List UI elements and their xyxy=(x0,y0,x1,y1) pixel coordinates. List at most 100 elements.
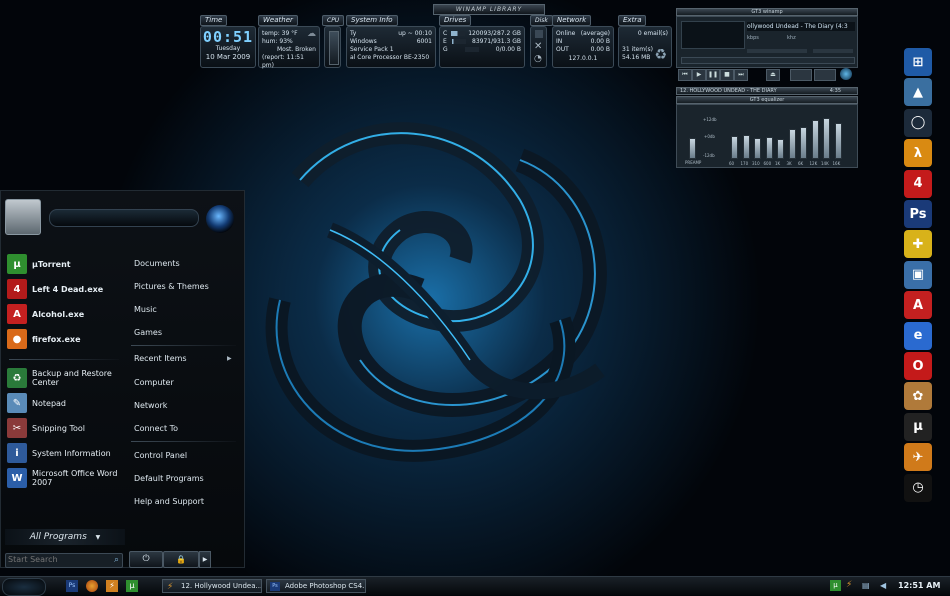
next-button[interactable]: ⏭ xyxy=(734,69,748,81)
alcohol-icon[interactable]: A xyxy=(904,291,932,320)
lock-button[interactable]: 🔒 xyxy=(163,551,199,568)
power-button[interactable]: ⏻ xyxy=(129,551,163,568)
clock-icon[interactable]: ◷ xyxy=(904,473,932,502)
puzzle-icon[interactable]: ✚ xyxy=(904,230,932,259)
eq-band-slider[interactable] xyxy=(742,134,750,159)
quicklaunch-firefox-icon[interactable] xyxy=(86,580,98,592)
recycle-icon[interactable]: ◔ xyxy=(534,54,542,64)
tab-system-info[interactable]: System Info xyxy=(346,15,398,26)
start-link[interactable]: Games xyxy=(134,328,162,337)
recent-item[interactable]: ✂ Snipping Tool xyxy=(7,417,85,439)
tray-utorrent-icon[interactable]: µ xyxy=(830,580,841,591)
start-link[interactable]: Connect To xyxy=(134,424,178,433)
taskbar-button-winamp[interactable]: ⚡ 12. Hollywood Undea... xyxy=(162,579,262,593)
drive-row[interactable]: G 0/0.00 B xyxy=(440,46,524,54)
start-link[interactable]: Recent Items xyxy=(134,354,187,363)
tray-volume-icon[interactable]: ◀ xyxy=(880,580,891,591)
eq-band-slider[interactable] xyxy=(823,118,830,159)
tab-disk[interactable]: Disk xyxy=(530,15,553,26)
eq-band-slider[interactable] xyxy=(788,129,796,159)
tray-network-icon[interactable]: ▤ xyxy=(862,580,873,591)
eq-band-slider[interactable] xyxy=(834,122,842,159)
start-orb-button[interactable] xyxy=(2,578,46,596)
close-icon[interactable]: ✕ xyxy=(534,41,542,52)
equalizer-titlebar[interactable]: GT3 equalizer xyxy=(676,96,858,104)
search-input[interactable] xyxy=(8,554,104,565)
recent-item[interactable]: W Microsoft Office Word 2007 xyxy=(7,467,117,489)
recycle-bin-icon[interactable]: ♻ xyxy=(654,47,667,63)
preamp-slider[interactable] xyxy=(689,137,696,159)
tab-weather[interactable]: Weather xyxy=(258,15,298,26)
email-count[interactable]: 0 email(s) xyxy=(638,30,668,38)
snipping-icon: ✂ xyxy=(7,418,27,438)
start-link[interactable]: Help and Support xyxy=(134,497,204,506)
pause-button[interactable]: ❚❚ xyxy=(706,69,720,81)
pinned-item[interactable]: ● firefox.exe xyxy=(7,328,81,350)
drive-row[interactable]: E 83971/931.3 GB xyxy=(440,38,524,46)
eq-band-slider[interactable] xyxy=(800,126,807,159)
tab-drives[interactable]: Drives xyxy=(439,15,472,26)
play-button[interactable]: ▶ xyxy=(692,69,706,81)
tab-time[interactable]: Time xyxy=(200,15,228,26)
tool-icon[interactable]: ✈ xyxy=(904,443,932,472)
recent-item[interactable]: i System Information xyxy=(7,442,111,464)
quicklaunch-utorrent-icon[interactable]: µ xyxy=(126,580,138,592)
eject-button[interactable]: ⏏ xyxy=(766,69,780,81)
start-link[interactable]: Documents xyxy=(134,259,180,268)
start-link[interactable]: Network xyxy=(134,401,167,410)
winamp-titlebar[interactable]: GT3 winamp xyxy=(676,8,858,16)
drive-row[interactable]: C 120093/287.2 GB xyxy=(440,30,524,38)
shutdown-options-button[interactable]: ▶ xyxy=(199,551,211,568)
search-icon[interactable]: ⌕ xyxy=(114,554,119,566)
tab-network[interactable]: Network xyxy=(552,15,592,26)
repeat-button[interactable] xyxy=(814,69,836,81)
tab-cpu[interactable]: CPU xyxy=(322,15,345,26)
eq-band-slider[interactable] xyxy=(754,137,761,159)
quicklaunch-winamp-icon[interactable]: ⚡ xyxy=(106,580,118,592)
start-link[interactable]: Music xyxy=(134,305,157,314)
shuffle-button[interactable] xyxy=(790,69,812,81)
tab-extra[interactable]: Extra xyxy=(618,15,647,26)
start-link[interactable]: Control Panel xyxy=(134,451,187,460)
playlist-bar[interactable]: 12. HOLLYWOOD UNDEAD - THE DIARY 4:35 xyxy=(676,87,858,95)
stop-button[interactable]: ■ xyxy=(720,69,734,81)
utorrent-icon[interactable]: µ xyxy=(904,412,932,441)
taskbar-clock[interactable]: 12:51 AM xyxy=(898,579,940,593)
app-icon[interactable]: ▲ xyxy=(904,78,932,107)
internet-icon[interactable]: e xyxy=(904,321,932,350)
ring-icon[interactable]: ◯ xyxy=(904,108,932,137)
photoshop-icon[interactable]: Ps xyxy=(904,200,932,228)
quicklaunch-photoshop-icon[interactable]: Ps xyxy=(66,580,78,592)
winamp-icon: ⚡ xyxy=(167,582,174,592)
windows-icon[interactable]: ⊞ xyxy=(904,48,932,76)
playlist-entry[interactable]: 12. HOLLYWOOD UNDEAD - THE DIARY xyxy=(680,88,777,94)
opera-icon[interactable]: O xyxy=(904,352,932,380)
eq-band-slider[interactable] xyxy=(731,136,738,159)
eq-band-slider[interactable] xyxy=(811,120,819,159)
half-life-icon[interactable]: λ xyxy=(904,139,932,168)
utorrent-icon: µ xyxy=(7,254,27,274)
computer-icon[interactable]: ▣ xyxy=(904,260,932,289)
taskbar-button-photoshop[interactable]: Ps Adobe Photoshop CS4... xyxy=(266,579,366,593)
seek-bar[interactable] xyxy=(681,57,855,64)
recent-item[interactable]: ♻ Backup and Restore Center xyxy=(7,367,112,389)
all-programs-button[interactable]: All Programs ▼ xyxy=(5,529,125,545)
search-box[interactable]: ⌕ xyxy=(5,553,123,568)
start-link[interactable]: Computer xyxy=(134,378,174,387)
start-link[interactable]: Default Programs xyxy=(134,474,204,483)
winamp-library-button[interactable]: WINAMP LIBRARY xyxy=(433,4,545,15)
volume-slider[interactable] xyxy=(747,49,807,53)
tray-winamp-icon[interactable]: ⚡ xyxy=(846,580,857,591)
user-picture[interactable] xyxy=(5,199,41,235)
pinned-item[interactable]: µ µTorrent xyxy=(7,253,71,275)
paint-icon[interactable]: ✿ xyxy=(904,382,932,411)
start-link[interactable]: Pictures & Themes xyxy=(134,282,209,291)
previous-button[interactable]: ⏮ xyxy=(678,69,692,81)
balance-slider[interactable] xyxy=(813,49,853,53)
eq-band-slider[interactable] xyxy=(777,138,784,159)
recent-item[interactable]: ✎ Notepad xyxy=(7,392,66,414)
left4dead-icon[interactable]: 4 xyxy=(904,169,932,198)
eq-band-slider[interactable] xyxy=(765,136,773,159)
pinned-item[interactable]: 4 Left 4 Dead.exe xyxy=(7,278,103,300)
pinned-item[interactable]: A Alcohol.exe xyxy=(7,303,84,325)
